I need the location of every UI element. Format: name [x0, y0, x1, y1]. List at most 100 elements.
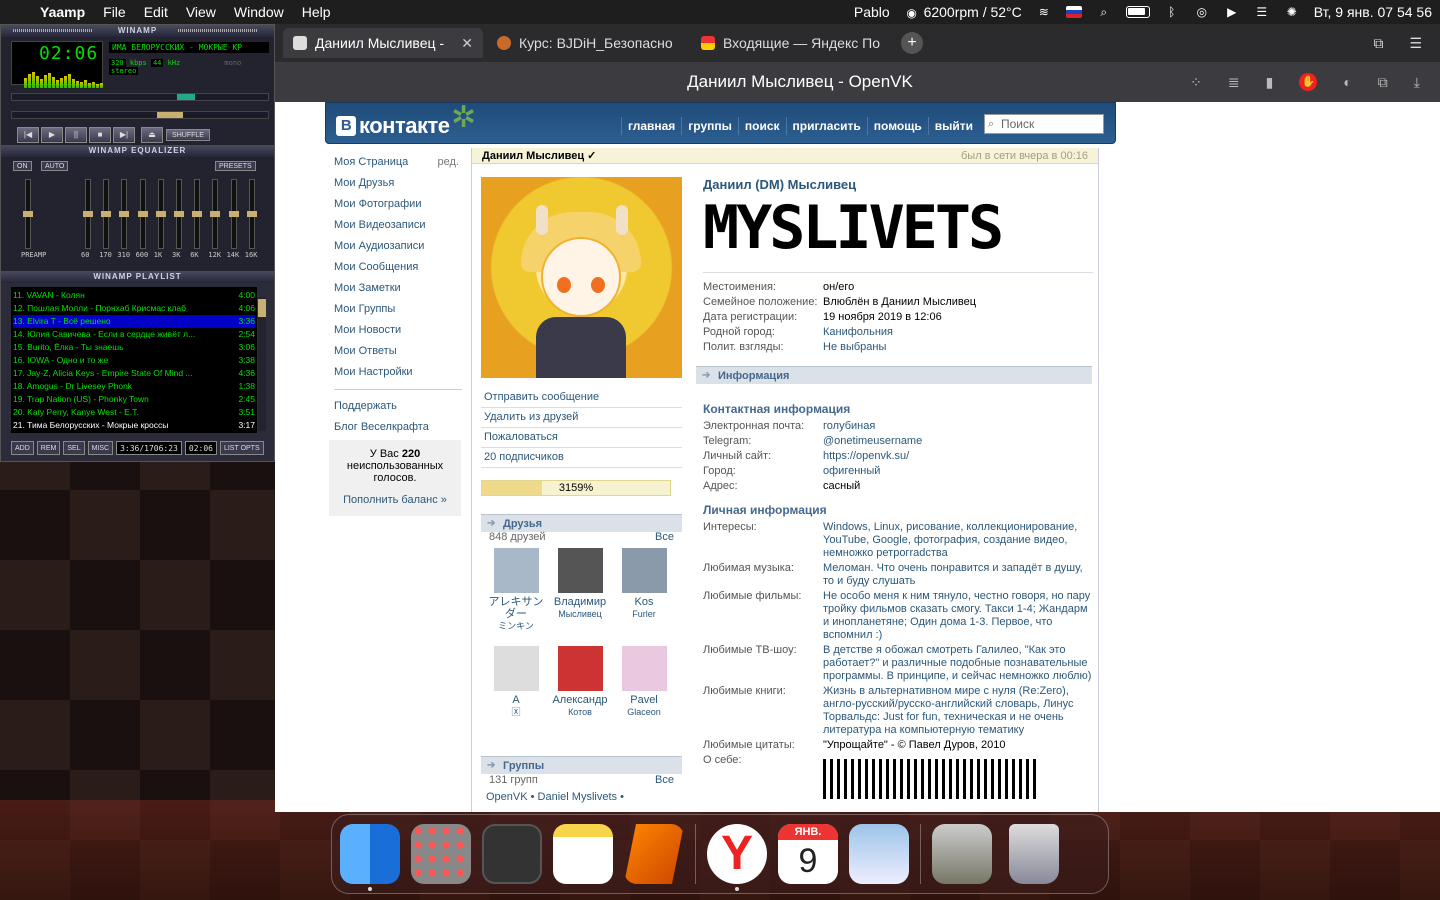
trash-icon[interactable] [1009, 824, 1059, 884]
playlist-item[interactable]: 15. Burito, Ёлка - Ты знаешь 3:06 [13, 341, 255, 354]
time-display[interactable]: 02:06 [39, 43, 98, 64]
collections-icon[interactable]: ⧉ [1378, 74, 1388, 91]
eq-slider-knob[interactable] [83, 211, 93, 217]
search-icon[interactable]: ⌕ [1096, 5, 1112, 19]
control-center-icon[interactable]: ☰ [1254, 5, 1270, 19]
eq-slider[interactable] [246, 179, 257, 249]
friend-avatar[interactable] [557, 646, 603, 691]
list-options-button[interactable]: LIST OPTS [219, 441, 264, 455]
tab-course[interactable]: Курс: BJDiH_Безопасно [487, 28, 687, 58]
seek-knob[interactable] [157, 112, 183, 118]
vpn-icon[interactable]: ◐ [1343, 74, 1351, 90]
left-menu-item[interactable]: Мои Аудиозаписи [334, 236, 462, 257]
playlist-item[interactable]: 19. Trap Nation (US) - Phonky Town 2:45 [13, 393, 255, 406]
add-button[interactable]: ADD [11, 441, 34, 455]
previous-button[interactable]: |◀ [17, 127, 39, 143]
info-value[interactable]: Не особо меня к ним тянуло, честно говор… [823, 590, 1093, 642]
playlist-item[interactable]: 12. Пошлая Молли - Порнхаб Крисмас клаб 4… [13, 302, 255, 315]
report-link[interactable]: Пожаловаться [481, 428, 682, 448]
playlist-item[interactable]: 17. Jay-Z, Alicia Keys - Empire State Of… [13, 367, 255, 380]
seek-bar[interactable] [11, 111, 269, 119]
shuffle-button[interactable]: SHUFFLE [166, 129, 210, 141]
bluetooth-icon[interactable]: ᛒ [1164, 5, 1180, 19]
vk-logo[interactable]: Вконтакте [336, 113, 450, 139]
playlist-item[interactable]: 20. Katy Perry, Kanye West - E.T. 3:51 [13, 406, 255, 419]
eq-on-button[interactable]: ON [13, 161, 32, 171]
eject-button[interactable]: ⏏ [141, 127, 163, 143]
playlist-scrollbar[interactable] [258, 297, 266, 431]
tab-yandex-mail[interactable]: Входящие — Яндекс По [691, 28, 891, 58]
eq-slider[interactable] [23, 179, 33, 249]
friend-avatar[interactable] [621, 646, 667, 691]
eq-auto-button[interactable]: AUTO [41, 161, 69, 171]
eq-slider-knob[interactable] [174, 211, 184, 217]
new-tab-button[interactable]: + [901, 32, 923, 54]
eq-slider-knob[interactable] [228, 211, 239, 217]
remove-button[interactable]: REM [36, 441, 61, 455]
edit-link[interactable]: ред. [438, 152, 459, 173]
friend-avatar[interactable] [621, 548, 667, 593]
eq-slider-knob[interactable] [137, 211, 148, 217]
eq-presets-button[interactable]: PRESETS [215, 161, 256, 171]
eq-slider[interactable] [228, 179, 239, 249]
menu-view[interactable]: View [186, 4, 216, 20]
eq-slider[interactable] [137, 179, 148, 249]
left-menu-item[interactable]: Мои Фотографии [334, 194, 462, 215]
battery-icon[interactable] [1125, 6, 1150, 18]
nav-home[interactable]: главная [621, 117, 681, 135]
eq-slider-knob[interactable] [246, 211, 257, 217]
playlist-titlebar[interactable]: WINAMP PLAYLIST [1, 271, 274, 283]
info-value[interactable]: https://openvk.su/ [823, 450, 909, 463]
groups-section-header[interactable]: Группы [481, 756, 682, 775]
fan-status[interactable]: ◉ 6200rpm / 52°C [904, 4, 1021, 20]
playlist-item[interactable]: 21. Тима Белорусских - Мокрые кроссы 3:17 [13, 419, 255, 432]
playlist-item[interactable]: 16. IOWA - Одно и то же 3:38 [13, 354, 255, 367]
left-menu-item[interactable]: Мои Друзья [334, 173, 462, 194]
finder-icon[interactable] [340, 824, 400, 891]
reader-mode-icon[interactable]: ≣ [1228, 74, 1240, 91]
wifi-icon[interactable]: ≋ [1036, 5, 1052, 19]
nav-help[interactable]: помощь [866, 117, 928, 135]
info-value[interactable]: @onetimeusername [823, 435, 922, 448]
misc-button[interactable]: MISC [87, 441, 114, 455]
info-value[interactable]: офигенный [823, 465, 880, 478]
page-title[interactable]: Даниил Мысливец - OpenVK [275, 72, 1325, 92]
eq-slider-knob[interactable] [155, 211, 166, 217]
adblock-icon[interactable]: ✋ [1299, 73, 1318, 91]
nav-search[interactable]: поиск [737, 117, 786, 135]
eq-slider[interactable] [210, 179, 221, 249]
eq-slider[interactable] [155, 179, 166, 249]
playlist-item[interactable]: 13. Elvira T - Всё решено 3:36 [13, 315, 255, 328]
play-icon[interactable]: ▶ [1224, 5, 1240, 19]
eq-slider-knob[interactable] [119, 211, 130, 217]
left-menu-item[interactable]: Мои Видеозаписи [334, 215, 462, 236]
notes-icon[interactable] [553, 824, 613, 884]
playlist-item[interactable]: 14. Юлия Савичева - Если в сердце живёт … [13, 328, 255, 341]
eq-slider-knob[interactable] [210, 211, 221, 217]
volume-balance-slider[interactable] [11, 93, 269, 101]
friend-card[interactable]: Kos Furler [612, 548, 676, 620]
info-value[interactable]: голубиная [823, 420, 875, 433]
siri-icon[interactable]: ✺ [1284, 5, 1300, 19]
yandex-browser-icon[interactable]: Y [707, 824, 767, 891]
calendar-icon[interactable]: ЯНВ. 9 [778, 824, 838, 884]
info-value[interactable]: Не выбраны [823, 341, 886, 354]
app-menu[interactable]: Yaamp [40, 4, 85, 20]
top-up-balance-link[interactable]: Пополнить баланс » [329, 494, 461, 506]
documents-stack-icon[interactable] [932, 824, 992, 884]
groups-list[interactable]: OpenVK • Daniel Myslivets • [486, 791, 624, 803]
eq-slider[interactable] [83, 179, 93, 249]
eq-slider-knob[interactable] [192, 211, 203, 217]
eq-titlebar[interactable]: WINAMP EQUALIZER [1, 145, 274, 157]
send-message-link[interactable]: Отправить сообщение [481, 388, 682, 408]
left-menu-item[interactable]: Моя Страница ред. [334, 152, 462, 173]
winamp-icon[interactable] [624, 824, 684, 884]
info-value[interactable]: Windows, Linux, рисование, коллекциониро… [823, 521, 1093, 560]
calculator-icon[interactable] [482, 824, 542, 884]
menu-help[interactable]: Help [302, 4, 331, 20]
pause-button[interactable]: || [65, 127, 87, 143]
info-value[interactable]: Жизнь в альтернативном мире с нуля (Re:Z… [823, 685, 1093, 737]
eq-slider[interactable] [119, 179, 130, 249]
friend-card[interactable]: Pavel Glaceon [612, 646, 676, 718]
friend-card[interactable]: A 🅇 [484, 646, 548, 718]
